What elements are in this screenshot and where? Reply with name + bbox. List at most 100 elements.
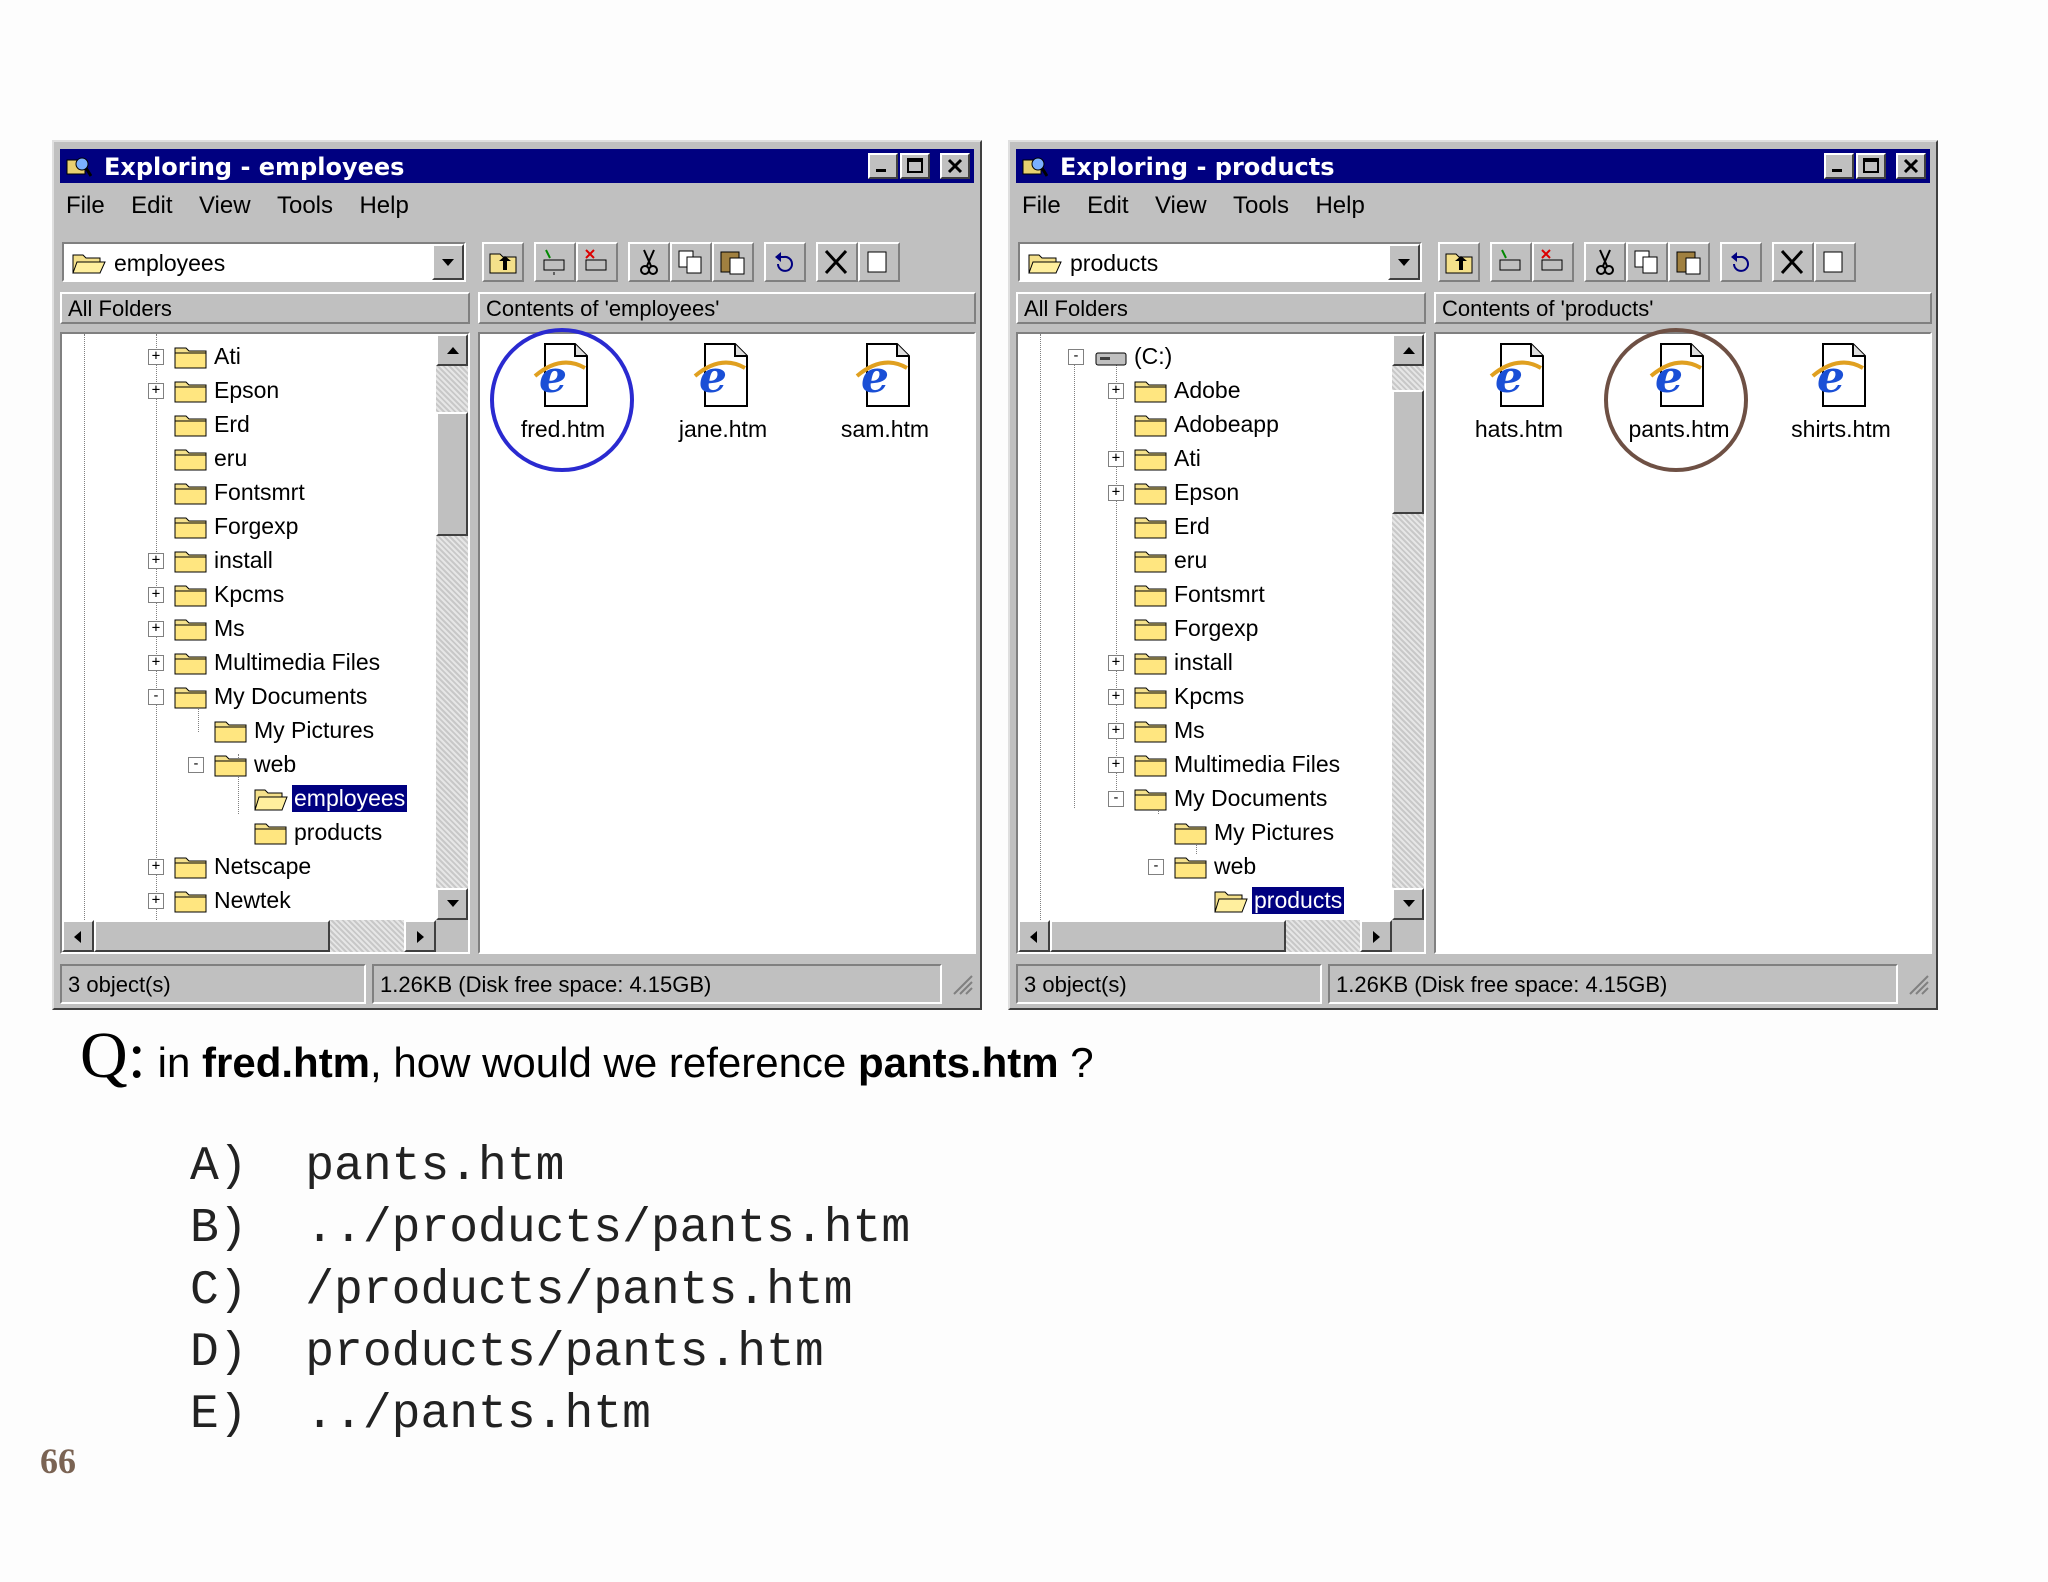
expand-icon[interactable]: + <box>148 893 164 909</box>
delete-button[interactable] <box>816 242 858 282</box>
delete-button[interactable] <box>1772 242 1814 282</box>
scroll-thumb[interactable] <box>436 412 468 536</box>
address-combobox[interactable]: employees <box>62 242 466 282</box>
collapse-icon[interactable]: - <box>1108 791 1124 807</box>
tree-item[interactable]: + Ms <box>62 612 432 646</box>
menu-tools[interactable]: Tools <box>1231 190 1291 222</box>
paste-button[interactable] <box>1668 242 1710 282</box>
up-folder-button[interactable] <box>1438 242 1480 282</box>
scroll-down-button[interactable] <box>1392 888 1424 920</box>
title-bar[interactable]: Exploring - employees <box>60 149 974 183</box>
close-button[interactable] <box>1896 153 1926 179</box>
paste-button[interactable] <box>712 242 754 282</box>
expand-icon[interactable]: + <box>1108 757 1124 773</box>
scroll-right-button[interactable] <box>404 920 436 952</box>
tree-item[interactable]: employees <box>62 782 432 816</box>
file-item[interactable]: e fred.htm <box>488 340 638 450</box>
address-combobox[interactable]: products <box>1018 242 1422 282</box>
minimize-button[interactable] <box>868 153 898 179</box>
tree-item[interactable]: + Epson <box>1018 476 1388 510</box>
cut-button[interactable] <box>1584 242 1626 282</box>
menu-edit[interactable]: Edit <box>1085 190 1130 222</box>
tree-item[interactable]: + Ati <box>62 340 432 374</box>
tree-item[interactable]: + Newtek <box>62 884 432 918</box>
collapse-icon[interactable]: - <box>188 757 204 773</box>
undo-button[interactable] <box>1720 242 1762 282</box>
scroll-left-button[interactable] <box>1018 920 1050 952</box>
minimize-button[interactable] <box>1824 153 1854 179</box>
scroll-thumb-horizontal[interactable] <box>1050 920 1286 952</box>
file-item[interactable]: e sam.htm <box>810 340 960 450</box>
menu-tools[interactable]: Tools <box>275 190 335 222</box>
menu-view[interactable]: View <box>1153 190 1209 222</box>
tree-item[interactable]: + Netscape <box>62 850 432 884</box>
tree-vertical-scrollbar[interactable] <box>1392 334 1424 920</box>
tree-item[interactable]: Fontsmrt <box>1018 578 1388 612</box>
expand-icon[interactable]: + <box>1108 485 1124 501</box>
scroll-up-button[interactable] <box>1392 334 1424 366</box>
menu-view[interactable]: View <box>197 190 253 222</box>
tree-item[interactable]: - web <box>62 748 432 782</box>
tree-item[interactable]: + Multimedia Files <box>1018 748 1388 782</box>
file-item[interactable]: e pants.htm <box>1604 340 1754 450</box>
tree-item[interactable]: + Kpcms <box>62 578 432 612</box>
tree-item[interactable]: products <box>62 816 432 850</box>
expand-icon[interactable]: + <box>1108 723 1124 739</box>
expand-icon[interactable]: + <box>148 383 164 399</box>
dropdown-arrow-button[interactable] <box>432 244 464 280</box>
tree-vertical-scrollbar[interactable] <box>436 334 468 920</box>
expand-icon[interactable]: + <box>148 349 164 365</box>
copy-button[interactable] <box>1626 242 1668 282</box>
menu-help[interactable]: Help <box>1313 190 1366 222</box>
title-bar[interactable]: Exploring - products <box>1016 149 1930 183</box>
expand-icon[interactable]: + <box>1108 451 1124 467</box>
dropdown-arrow-button[interactable] <box>1388 244 1420 280</box>
file-item[interactable]: e shirts.htm <box>1766 340 1916 450</box>
tree-horizontal-scrollbar[interactable] <box>1018 920 1392 952</box>
collapse-icon[interactable]: - <box>1068 349 1084 365</box>
menu-help[interactable]: Help <box>357 190 410 222</box>
close-button[interactable] <box>940 153 970 179</box>
tree-item[interactable]: eru <box>1018 544 1388 578</box>
tree-item[interactable]: - web <box>1018 850 1388 884</box>
properties-button[interactable] <box>1814 242 1856 282</box>
tree-item[interactable]: Forgexp <box>62 510 432 544</box>
tree-item[interactable]: + Ms <box>1018 714 1388 748</box>
tree-item[interactable]: + Adobe <box>1018 374 1388 408</box>
menu-file[interactable]: File <box>64 190 107 222</box>
scroll-up-button[interactable] <box>436 334 468 366</box>
scroll-thumb-horizontal[interactable] <box>94 920 330 952</box>
copy-button[interactable] <box>670 242 712 282</box>
scroll-left-button[interactable] <box>62 920 94 952</box>
cut-button[interactable] <box>628 242 670 282</box>
expand-icon[interactable]: + <box>1108 689 1124 705</box>
tree-item[interactable]: - My Documents <box>62 680 432 714</box>
maximize-button[interactable] <box>900 153 930 179</box>
expand-icon[interactable]: + <box>1108 383 1124 399</box>
disconnect-drive-button[interactable] <box>1532 242 1574 282</box>
resize-grip-icon[interactable] <box>950 972 974 996</box>
menu-file[interactable]: File <box>1020 190 1063 222</box>
tree-item[interactable]: + install <box>62 544 432 578</box>
file-item[interactable]: e jane.htm <box>648 340 798 450</box>
properties-button[interactable] <box>858 242 900 282</box>
scroll-thumb[interactable] <box>1392 390 1424 514</box>
tree-item[interactable]: - My Documents <box>1018 782 1388 816</box>
tree-item[interactable]: + Ati <box>1018 442 1388 476</box>
tree-item[interactable]: My Pictures <box>1018 816 1388 850</box>
expand-icon[interactable]: + <box>148 587 164 603</box>
tree-item[interactable]: Adobeapp <box>1018 408 1388 442</box>
tree-item[interactable]: Fontsmrt <box>62 476 432 510</box>
expand-icon[interactable]: + <box>148 655 164 671</box>
tree-item[interactable]: eru <box>62 442 432 476</box>
menu-edit[interactable]: Edit <box>129 190 174 222</box>
tree-item[interactable]: products <box>1018 884 1388 918</box>
tree-item[interactable]: My Pictures <box>62 714 432 748</box>
tree-item[interactable]: - (C:) <box>1018 340 1388 374</box>
expand-icon[interactable]: + <box>148 859 164 875</box>
tree-item[interactable]: Erd <box>1018 510 1388 544</box>
tree-item[interactable]: + Epson <box>62 374 432 408</box>
expand-icon[interactable]: + <box>148 553 164 569</box>
tree-item[interactable]: Forgexp <box>1018 612 1388 646</box>
up-folder-button[interactable] <box>482 242 524 282</box>
